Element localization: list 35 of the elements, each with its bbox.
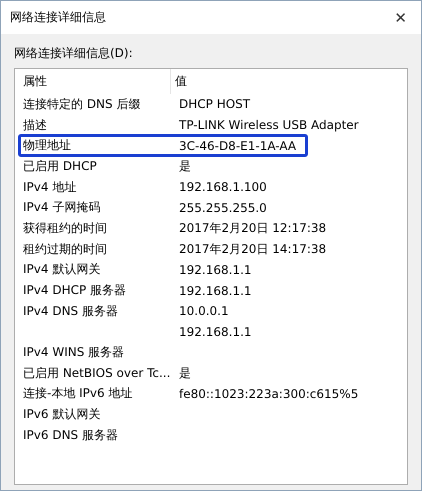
property-cell-text: 物理地址 (22, 137, 72, 154)
property-cell-text: 已启用 NetBIOS over Tc... (22, 364, 171, 382)
property-cell-text: 描述 (22, 116, 48, 134)
column-header[interactable]: 属性 (19, 69, 171, 94)
value-cell-text: DHCP HOST (178, 97, 252, 112)
property-cell-text: IPv4 地址 (22, 178, 78, 196)
value-cell-text: fe80::1023:223a:300:c615%5 (178, 386, 360, 401)
property-cell-text: IPv4 子网掩码 (22, 199, 102, 216)
value-cell-text: 192.168.1.1 (178, 262, 253, 277)
column-header[interactable]: 值 (171, 69, 407, 94)
window-title: 网络连接详细信息 (10, 9, 106, 26)
value-cell-text: 3C-46-D8-E1-1A-AA (178, 138, 298, 153)
property-cell-text: IPv4 DHCP 服务器 (22, 282, 128, 300)
value-cell-text: 192.168.1.1 (178, 324, 253, 339)
value-cell-text: 192.168.1.1 (178, 284, 253, 298)
list-label: 网络连接详细信息(D): (14, 45, 134, 62)
value-cell-text: 2017年2月20日 12:17:38 (178, 220, 328, 237)
property-cell-text: IPv6 DNS 服务器 (22, 426, 119, 444)
value-cell-text: 是 (178, 364, 192, 382)
value-cell-text: 192.168.1.100 (178, 180, 268, 194)
property-cell-text: IPv4 WINS 服务器 (22, 344, 126, 362)
value-cell-text: 10.0.0.1 (178, 304, 230, 318)
property-cell-text: 连接特定的 DNS 后缀 (22, 96, 142, 113)
property-cell-text: 已启用 DHCP (22, 158, 98, 175)
value-cell-text: 255.255.255.0 (178, 200, 268, 215)
property-cell-text: IPv4 默认网关 (22, 261, 102, 278)
value-cell-text: TP-LINK Wireless USB Adapter (178, 118, 360, 132)
value-cell-text: 2017年2月20日 14:17:38 (178, 240, 328, 258)
property-cell-text: IPv4 DNS 服务器 (22, 302, 119, 320)
property-cell-text: 获得租约的时间 (22, 220, 108, 237)
property-cell-text: IPv6 默认网关 (22, 406, 102, 424)
close-button[interactable]: ✕ (390, 8, 411, 26)
property-cell-text: 租约过期的时间 (22, 240, 108, 258)
value-cell-text: 是 (178, 158, 192, 175)
property-cell-text: 连接-本地 IPv6 地址 (22, 385, 134, 402)
